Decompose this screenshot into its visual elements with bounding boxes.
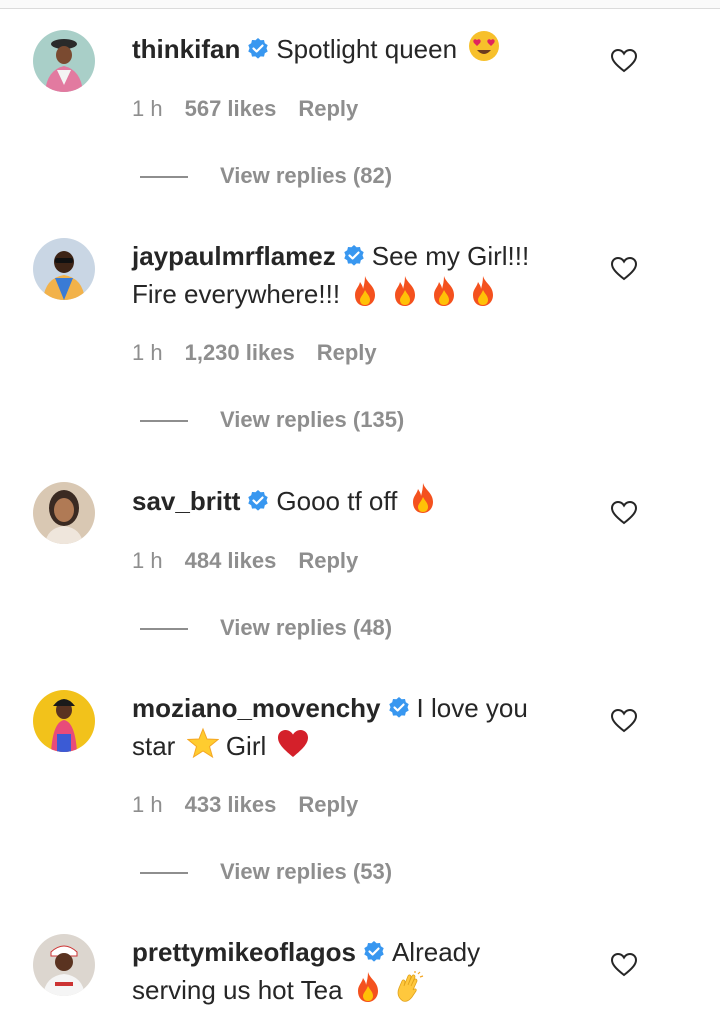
heart-eyes-emoji-icon: [469, 31, 500, 61]
likes-count[interactable]: 484 likes: [185, 548, 277, 573]
like-heart-icon[interactable]: [611, 257, 637, 281]
username[interactable]: moziano_movenchy: [132, 693, 381, 723]
like-heart-icon[interactable]: [611, 501, 637, 525]
star-emoji-icon: [186, 727, 219, 759]
avatar[interactable]: [33, 482, 95, 544]
fire-emoji-icon: [412, 483, 433, 513]
comment-time: 1 h: [132, 96, 163, 121]
verified-badge-icon: [344, 245, 364, 266]
fire-emoji-icon: [473, 276, 494, 306]
like-heart-icon[interactable]: [611, 953, 637, 977]
top-divider: [0, 0, 720, 9]
red-heart-emoji-icon: [278, 730, 309, 757]
likes-count[interactable]: 1,230 likes: [185, 340, 295, 365]
comment-text-line2: serving us hot Tea: [132, 975, 343, 1005]
comment-text-line2: Fire everywhere!!!: [132, 279, 341, 309]
comment-text-line2b: Girl: [225, 731, 267, 761]
comment-text: Gooo tf off: [276, 486, 398, 516]
view-replies-label: View replies (53): [220, 859, 393, 884]
username[interactable]: prettymikeoflagos: [132, 937, 356, 967]
comment-time: 1 h: [132, 340, 163, 365]
view-replies-button[interactable]: View replies (53): [140, 859, 392, 885]
fire-emoji-icon: [355, 276, 376, 306]
fire-emoji-icon: [433, 276, 454, 306]
fire-emoji-icon: [394, 276, 415, 306]
view-replies-button[interactable]: View replies (135): [140, 407, 404, 433]
verified-badge-icon: [248, 38, 269, 59]
comment-body: sav_britt Gooo tf off: [132, 482, 572, 520]
avatar[interactable]: [33, 30, 95, 92]
comment-body: jaypaulmrflamez See my Girl!!! Fire every…: [132, 238, 572, 313]
comment-meta: 1 h 1,230 likes Reply: [132, 340, 399, 366]
comment-meta: 1 h 433 likes Reply: [132, 792, 380, 818]
comment-meta: 1 h 567 likes Reply: [132, 96, 380, 122]
username[interactable]: sav_britt: [132, 486, 240, 516]
verified-badge-icon: [248, 490, 269, 511]
reply-button[interactable]: Reply: [317, 340, 377, 365]
comment-text-line2a: star: [132, 731, 176, 761]
view-replies-button[interactable]: View replies (82): [140, 163, 392, 189]
verified-badge-icon: [364, 941, 384, 962]
avatar[interactable]: [33, 238, 95, 300]
fire-emoji-icon: [357, 972, 378, 1002]
comment-time: 1 h: [132, 548, 163, 573]
reply-button[interactable]: Reply: [298, 792, 358, 817]
like-heart-icon[interactable]: [611, 49, 637, 73]
comment-text: Spotlight queen: [276, 34, 458, 64]
view-replies-label: View replies (135): [220, 407, 405, 432]
comment-text: See my Girl!!!: [371, 241, 530, 271]
replies-divider: [140, 176, 188, 179]
reply-button[interactable]: Reply: [298, 96, 358, 121]
replies-divider: [140, 420, 188, 423]
view-replies-label: View replies (82): [220, 163, 393, 188]
view-replies-button[interactable]: View replies (48): [140, 615, 392, 641]
avatar[interactable]: [33, 934, 95, 996]
comment-body: thinkifan Spotlight queen: [132, 30, 572, 68]
verified-badge-icon: [388, 697, 409, 718]
replies-divider: [140, 872, 188, 875]
comment-text: Already: [391, 937, 481, 967]
comment-body: prettymikeoflagos Already serving us hot …: [132, 934, 572, 1009]
comment-meta: 1 h 484 likes Reply: [132, 548, 380, 574]
waving-hand-emoji-icon: [397, 971, 424, 1002]
view-replies-label: View replies (48): [220, 615, 393, 640]
likes-count[interactable]: 567 likes: [185, 96, 277, 121]
comment-text: I love you: [416, 693, 528, 723]
avatar[interactable]: [33, 690, 95, 752]
username[interactable]: thinkifan: [132, 34, 240, 64]
replies-divider: [140, 628, 188, 631]
like-heart-icon[interactable]: [611, 709, 637, 733]
likes-count[interactable]: 433 likes: [185, 792, 277, 817]
comment-body: moziano_movenchy I love you star Girl: [132, 690, 572, 765]
reply-button[interactable]: Reply: [298, 548, 358, 573]
comment-time: 1 h: [132, 792, 163, 817]
username[interactable]: jaypaulmrflamez: [132, 241, 336, 271]
